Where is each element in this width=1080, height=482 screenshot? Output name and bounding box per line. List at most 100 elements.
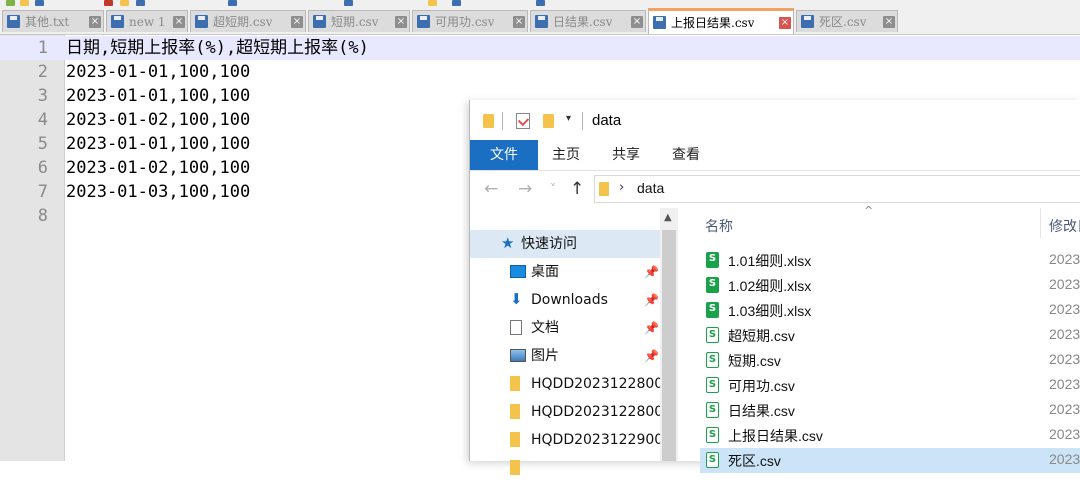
nav-item-documents[interactable]: 文档 📌 bbox=[470, 314, 660, 342]
scroll-up-icon[interactable]: ▲ bbox=[664, 212, 672, 223]
navpane-scrollbar[interactable]: ▲ bbox=[660, 208, 678, 461]
sync-icon[interactable] bbox=[452, 0, 461, 6]
nav-item-pictures[interactable]: 图片 📌 bbox=[470, 342, 660, 370]
file-row[interactable]: S 1.03细则.xlsx 2023 bbox=[700, 298, 1080, 323]
column-header-modified[interactable]: 修改日 bbox=[1049, 216, 1080, 236]
tab-file[interactable]: 文件 bbox=[470, 140, 538, 170]
close-tab-icon[interactable]: × bbox=[883, 15, 895, 28]
editor-line[interactable]: 2 2023-01-01,100,100 bbox=[0, 60, 1080, 84]
nav-item-folder[interactable] bbox=[470, 454, 660, 482]
csv-file-icon: S bbox=[706, 352, 719, 368]
csv-file-icon: S bbox=[706, 327, 719, 343]
line-text[interactable]: 日期,短期上报率(%),超短期上报率(%) bbox=[66, 36, 369, 60]
file-saved-icon bbox=[195, 15, 208, 28]
nav-item-folder[interactable]: HQDD2023122800 bbox=[470, 370, 664, 398]
nav-quick-access[interactable]: ★ 快速访问 bbox=[470, 230, 660, 258]
file-row[interactable]: S 日结果.csv 2023 bbox=[700, 398, 1080, 423]
nav-label: 图片 bbox=[531, 348, 559, 364]
line-text[interactable]: 2023-01-01,100,100 bbox=[66, 132, 250, 156]
line-text[interactable]: 2023-01-03,100,100 bbox=[66, 180, 250, 204]
close-tab-icon[interactable]: × bbox=[291, 15, 303, 28]
nav-label: Downloads bbox=[531, 292, 608, 308]
tab-daily-result-csv[interactable]: 日结果.csv × bbox=[530, 10, 646, 32]
tab-label: new 1 bbox=[129, 14, 166, 29]
editor-tab-bar: 其他.txt × new 1 × 超短期.csv × 短期.csv × 可用功.… bbox=[0, 8, 1080, 35]
tab-home[interactable]: 主页 bbox=[544, 140, 588, 170]
nav-label: 快速访问 bbox=[521, 236, 577, 252]
file-saved-icon bbox=[313, 15, 326, 28]
line-text[interactable]: 2023-01-01,100,100 bbox=[66, 84, 250, 108]
spreadsheet-file-icon: S bbox=[706, 277, 719, 293]
close-tab-icon[interactable]: × bbox=[395, 15, 407, 28]
file-date: 2023 bbox=[1049, 426, 1080, 442]
nav-label: HQDD2023122800 bbox=[531, 404, 664, 420]
editor-line[interactable]: 1 日期,短期上报率(%),超短期上报率(%) bbox=[0, 36, 1080, 60]
tab-new-1[interactable]: new 1 × bbox=[106, 10, 188, 32]
file-row[interactable]: S 短期.csv 2023 bbox=[700, 348, 1080, 373]
up-button[interactable]: ↑ bbox=[570, 179, 584, 199]
column-divider[interactable] bbox=[1040, 208, 1041, 238]
zoom-icon[interactable] bbox=[428, 0, 437, 6]
tab-other-txt[interactable]: 其他.txt × bbox=[2, 10, 104, 32]
scrollbar-thumb[interactable] bbox=[662, 230, 676, 461]
address-bar[interactable]: › data bbox=[594, 175, 1080, 203]
close-tab-icon[interactable]: × bbox=[89, 15, 101, 28]
line-text[interactable]: 2023-01-02,100,100 bbox=[66, 156, 250, 180]
back-button[interactable]: ← bbox=[484, 179, 498, 199]
pin-icon[interactable]: 📌 bbox=[644, 286, 659, 314]
recent-locations-button[interactable]: ˅ bbox=[550, 179, 556, 199]
ribbon-tabs: 文件 主页 共享 查看 bbox=[470, 140, 1080, 171]
close-tab-icon[interactable]: × bbox=[631, 15, 643, 28]
customize-toolbar-icon[interactable]: ▾ bbox=[566, 113, 571, 124]
new-folder-icon[interactable] bbox=[543, 114, 554, 128]
file-row[interactable]: S 上报日结果.csv 2023 bbox=[700, 423, 1080, 448]
tab-available-csv[interactable]: 可用功.csv × bbox=[412, 10, 528, 32]
close-tab-icon[interactable]: × bbox=[513, 15, 525, 28]
tab-label: 日结果.csv bbox=[553, 15, 613, 29]
tab-share[interactable]: 共享 bbox=[604, 140, 648, 170]
tab-view[interactable]: 查看 bbox=[664, 140, 708, 170]
close-tab-icon[interactable]: × bbox=[173, 15, 185, 28]
file-row[interactable]: S 可用功.csv 2023 bbox=[700, 373, 1080, 398]
find-icon[interactable] bbox=[344, 0, 353, 6]
nav-item-folder[interactable]: HQDD2023122800 bbox=[470, 398, 664, 426]
undo-icon[interactable] bbox=[228, 0, 237, 6]
line-text[interactable]: 2023-01-02,100,100 bbox=[66, 108, 250, 132]
forward-button[interactable]: → bbox=[518, 179, 532, 199]
nav-label: HQDD2023122800 bbox=[531, 376, 664, 392]
breadcrumb-data[interactable]: data bbox=[637, 180, 664, 196]
column-header-name[interactable]: 名称 bbox=[705, 216, 733, 236]
breadcrumb-chevron-icon[interactable]: › bbox=[619, 180, 624, 195]
nav-item-desktop[interactable]: 桌面 📌 bbox=[470, 258, 660, 286]
tab-deadzone-csv[interactable]: 死区.csv × bbox=[796, 10, 898, 32]
pin-icon[interactable]: 📌 bbox=[644, 342, 659, 370]
copy-icon[interactable] bbox=[120, 0, 129, 6]
file-row[interactable]: S 1.02细则.xlsx 2023 bbox=[700, 273, 1080, 298]
explorer-titlebar: ▾ data bbox=[470, 100, 1080, 140]
tab-ultra-short-csv[interactable]: 超短期.csv × bbox=[190, 10, 306, 32]
pin-icon[interactable]: 📌 bbox=[644, 258, 659, 286]
save-icon[interactable] bbox=[35, 0, 44, 6]
file-row[interactable]: S 超短期.csv 2023 bbox=[700, 323, 1080, 348]
line-number: 2 bbox=[37, 62, 48, 82]
tab-reported-daily-result-csv[interactable]: 上报日结果.csv × bbox=[648, 8, 794, 34]
macro-icon[interactable] bbox=[536, 0, 545, 6]
nav-item-folder[interactable]: HQDD2023122900 bbox=[470, 426, 663, 454]
cut-icon[interactable] bbox=[104, 0, 113, 6]
file-row[interactable]: S 1.01细则.xlsx 2023 bbox=[700, 248, 1080, 273]
download-icon: ⬇ bbox=[510, 290, 523, 308]
close-tab-icon[interactable]: × bbox=[779, 16, 791, 29]
properties-icon[interactable] bbox=[516, 113, 530, 129]
file-explorer-window: ▾ data 文件 主页 共享 查看 ← → ˅ ↑ › data ★ 快速访问… bbox=[469, 100, 1080, 475]
document-icon bbox=[510, 320, 522, 335]
nav-item-downloads[interactable]: ⬇ Downloads 📌 bbox=[470, 286, 660, 314]
new-file-icon[interactable] bbox=[6, 0, 15, 6]
folder-icon bbox=[599, 182, 609, 196]
paste-icon[interactable] bbox=[136, 0, 145, 6]
file-date: 2023 bbox=[1049, 301, 1080, 317]
file-saved-icon bbox=[801, 15, 814, 28]
line-text[interactable]: 2023-01-01,100,100 bbox=[66, 60, 250, 84]
pin-icon[interactable]: 📌 bbox=[644, 314, 659, 342]
open-file-icon[interactable] bbox=[20, 0, 29, 6]
tab-short-csv[interactable]: 短期.csv × bbox=[308, 10, 410, 32]
